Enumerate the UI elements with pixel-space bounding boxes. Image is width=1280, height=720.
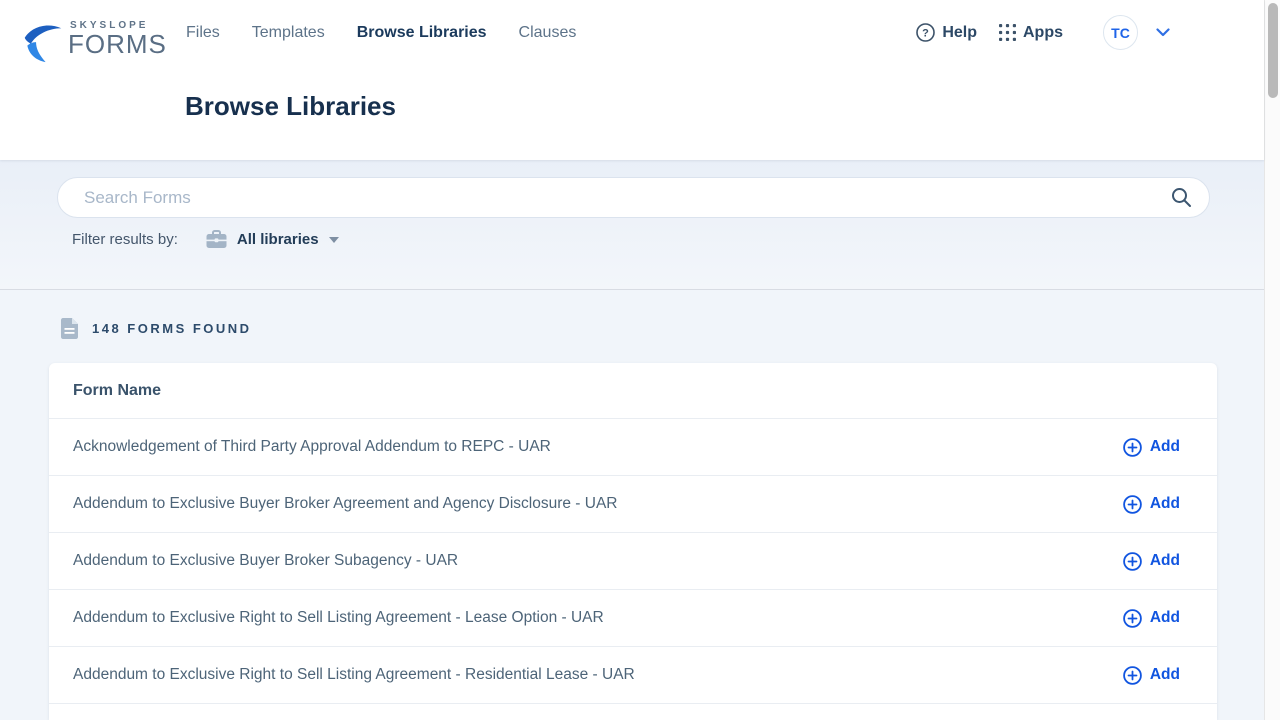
add-form-button[interactable]: Add [1123, 495, 1180, 514]
forms-found-count: 148 FORMS FOUND [92, 321, 252, 336]
brand-name-bottom: FORMS [68, 31, 167, 58]
add-button-label: Add [1150, 666, 1180, 684]
nav-item-browse-libraries[interactable]: Browse Libraries [357, 24, 487, 42]
add-form-button[interactable]: Add [1123, 609, 1180, 628]
skyslope-forms-logo[interactable]: SKYSLOPE FORMS [22, 20, 167, 63]
chevron-down-icon[interactable] [1156, 28, 1170, 37]
help-button[interactable]: ? Help [916, 23, 977, 42]
add-circle-plus-icon [1123, 609, 1142, 628]
nav-item-clauses[interactable]: Clauses [519, 24, 577, 42]
form-name: Addendum to Exclusive Buyer Broker Agree… [73, 495, 617, 513]
forms-found-row: 148 FORMS FOUND [61, 318, 252, 339]
form-name-column-header: Form Name [73, 382, 161, 400]
help-icon: ? [916, 23, 935, 42]
filter-label: Filter results by: [72, 231, 178, 248]
svg-text:?: ? [922, 28, 929, 40]
nav-item-files[interactable]: Files [186, 24, 220, 42]
search-icon[interactable] [1171, 187, 1192, 213]
add-circle-plus-icon [1123, 438, 1142, 457]
apps-button[interactable]: Apps [999, 24, 1063, 42]
search-section: Filter results by: All libraries [0, 160, 1264, 290]
apps-grid-icon [999, 24, 1016, 41]
add-circle-plus-icon [1123, 495, 1142, 514]
filter-value: All libraries [237, 231, 319, 248]
table-header-row: Form Name [49, 363, 1217, 418]
help-label: Help [942, 24, 977, 42]
caret-down-icon [329, 237, 339, 243]
add-button-label: Add [1150, 552, 1180, 570]
header-actions: ? Help Apps TC [894, 15, 1170, 50]
table-row: Acknowledgement of Third Party Approval … [49, 418, 1217, 475]
form-name: Addendum to Exclusive Buyer Broker Subag… [73, 552, 458, 570]
add-button-label: Add [1150, 438, 1180, 456]
table-row: Addendum to Exclusive Buyer Broker Subag… [49, 532, 1217, 589]
add-button-label: Add [1150, 609, 1180, 627]
nav-item-templates[interactable]: Templates [252, 24, 325, 42]
briefcase-icon [206, 230, 227, 249]
form-name: Addendum to Exclusive Right to Sell List… [73, 666, 635, 684]
document-icon [61, 318, 78, 339]
form-name: Addendum to Exclusive Right to Sell List… [73, 609, 604, 627]
add-form-button[interactable]: Add [1123, 438, 1180, 457]
table-row: Addendum to Exclusive Right to Sell List… [49, 646, 1217, 703]
table-row-partial [49, 703, 1217, 720]
filter-row: Filter results by: All libraries [72, 230, 339, 249]
add-form-button[interactable]: Add [1123, 666, 1180, 685]
skyslope-swoosh-icon [22, 23, 64, 63]
library-filter-dropdown[interactable]: All libraries [206, 230, 339, 249]
add-circle-plus-icon [1123, 666, 1142, 685]
search-input[interactable] [57, 177, 1210, 218]
main-nav: Files Templates Browse Libraries Clauses [186, 24, 576, 42]
vertical-scrollbar[interactable] [1264, 0, 1280, 720]
add-form-button[interactable]: Add [1123, 552, 1180, 571]
page-title: Browse Libraries [185, 91, 396, 122]
scrollbar-thumb[interactable] [1268, 3, 1278, 98]
forms-table: Form Name Acknowledgement of Third Party… [49, 363, 1217, 720]
skyslope-forms-app: SKYSLOPE FORMS Files Templates Browse Li… [0, 0, 1280, 720]
avatar[interactable]: TC [1103, 15, 1138, 50]
apps-label: Apps [1023, 24, 1063, 42]
account-menu[interactable]: TC [1103, 15, 1170, 50]
app-header: SKYSLOPE FORMS Files Templates Browse Li… [0, 0, 1264, 160]
add-circle-plus-icon [1123, 552, 1142, 571]
form-name: Acknowledgement of Third Party Approval … [73, 438, 551, 456]
table-row: Addendum to Exclusive Buyer Broker Agree… [49, 475, 1217, 532]
table-row: Addendum to Exclusive Right to Sell List… [49, 589, 1217, 646]
results-section: 148 FORMS FOUND Form Name Acknowledgemen… [0, 291, 1264, 720]
add-button-label: Add [1150, 495, 1180, 513]
